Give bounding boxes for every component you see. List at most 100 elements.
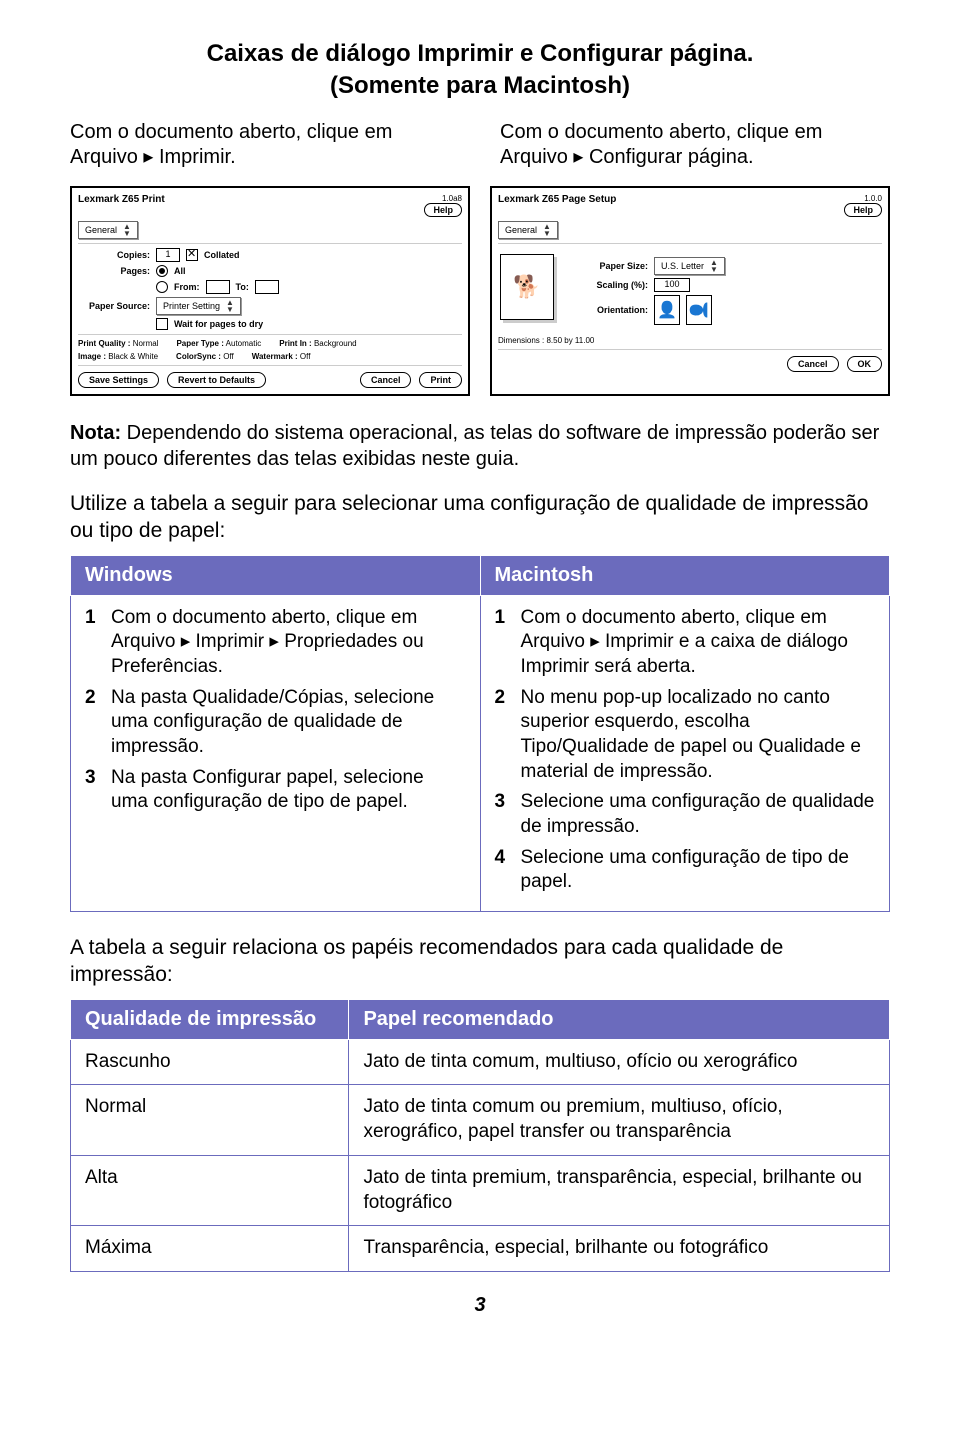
paper-cell: Jato de tinta premium, transparência, es… [349,1155,890,1225]
note-body: Dependendo do sistema operacional, as te… [70,422,879,470]
cancel-button[interactable]: Cancel [360,372,412,388]
page-title-line2: (Somente para Macintosh) [70,72,890,100]
quality-cell: Alta [71,1155,349,1225]
popup-arrows-icon: ▲▼ [226,299,234,313]
paper-cell: Jato de tinta comum, multiuso, ofício ou… [349,1039,890,1085]
pages-all-radio[interactable] [156,265,168,277]
table-intro: Utilize a tabela a seguir para seleciona… [70,490,890,545]
pages-range-radio[interactable] [156,281,168,293]
pi-value: Background [314,339,357,348]
setup-popup-label: General [505,225,537,235]
quality-cell: Máxima [71,1226,349,1272]
help-button[interactable]: Help [844,203,882,217]
paper-size-popup[interactable]: U.S. Letter ▲▼ [654,257,725,275]
mac-step-1: Com o documento aberto, clique em Arquiv… [521,606,876,680]
collated-label: Collated [204,250,240,260]
scaling-label: Scaling (%): [568,280,648,290]
quality-col-header: Qualidade de impressão [71,999,349,1039]
paper-size-value: U.S. Letter [661,261,704,271]
ia-value: Black & White [108,352,158,361]
popup-arrows-icon: ▲▼ [710,259,718,273]
setup-dialog-title: Lexmark Z65 Page Setup [498,194,616,205]
pq-label: Print Quality : [78,339,130,348]
to-label: To: [236,282,249,292]
page-number: 3 [70,1294,890,1317]
win-step-2: Na pasta Qualidade/Cópias, selecione uma… [111,686,466,760]
portrait-icon: 👤 [657,300,677,320]
print-general-popup[interactable]: General ▲▼ [78,221,138,239]
instructions-table: Windows Macintosh 1Com o documento abert… [70,555,890,913]
page-setup-dialog: Lexmark Z65 Page Setup 1.0.0 Help Genera… [490,186,890,396]
setup-general-popup[interactable]: General ▲▼ [498,221,558,239]
cancel-button[interactable]: Cancel [787,356,839,372]
ia-label: Image : [78,352,106,361]
win-step-1: Com o documento aberto, clique em Arquiv… [111,606,466,680]
print-button[interactable]: Print [419,372,462,388]
revert-button[interactable]: Revert to Defaults [167,372,266,388]
source-value: Printer Setting [163,301,220,311]
pi-label: Print In : [279,339,311,348]
mac-step-4: Selecione uma configuração de tipo de pa… [521,846,876,895]
table-row: Alta Jato de tinta premium, transparênci… [71,1155,890,1225]
quality-table: Qualidade de impressão Papel recomendado… [70,999,890,1272]
setup-dialog-version: 1.0.0 [844,194,882,203]
page-thumbnail: 🐕 [500,254,554,320]
to-input[interactable] [255,280,279,294]
orientation-portrait-button[interactable]: 👤 [654,295,680,325]
print-dialog: Lexmark Z65 Print 1.0a8 Help General ▲▼ … [70,186,470,396]
mac-step-2: No menu pop-up localizado no canto super… [521,686,876,785]
after-table-text: A tabela a seguir relaciona os papéis re… [70,934,890,989]
table-row: Máxima Transparência, especial, brilhant… [71,1226,890,1272]
left-intro: Com o documento aberto, clique em Arquiv… [70,120,460,170]
pt-value: Automatic [226,339,262,348]
win-step-3: Na pasta Configurar papel, selecione uma… [111,766,466,815]
pages-all-label: All [174,266,186,276]
print-popup-label: General [85,225,117,235]
page-title-line1: Caixas de diálogo Imprimir e Configurar … [70,40,890,68]
dog-icon: 🐕 [513,274,540,300]
wm-value: Off [300,352,311,361]
from-label: From: [174,282,200,292]
quality-cell: Normal [71,1085,349,1155]
scaling-input[interactable]: 100 [654,278,690,292]
paper-cell: Jato de tinta comum ou premium, multiuso… [349,1085,890,1155]
col-windows: Windows [71,555,481,595]
paper-col-header: Papel recomendado [349,999,890,1039]
source-popup[interactable]: Printer Setting ▲▼ [156,297,241,315]
table-row: Rascunho Jato de tinta comum, multiuso, … [71,1039,890,1085]
paper-cell: Transparência, especial, brilhante ou fo… [349,1226,890,1272]
from-input[interactable] [206,280,230,294]
mac-step-3: Selecione uma configuração de qualidade … [521,790,876,839]
paper-size-label: Paper Size: [568,261,648,271]
source-label: Paper Source: [78,301,150,311]
windows-steps: 1Com o documento aberto, clique em Arqui… [85,606,466,816]
orientation-landscape-button[interactable]: 👤 [686,295,712,325]
mac-steps: 1Com o documento aberto, clique em Arqui… [495,606,876,896]
copies-label: Copies: [78,250,150,260]
cs-value: Off [223,352,234,361]
copies-input[interactable]: 1 [156,248,180,262]
right-intro: Com o documento aberto, clique em Arquiv… [500,120,890,170]
dimensions-text: Dimensions : 8.50 by 11.00 [498,336,882,345]
help-button[interactable]: Help [424,203,462,217]
orientation-label: Orientation: [568,305,648,315]
col-macintosh: Macintosh [480,555,890,595]
landscape-icon: 👤 [689,300,709,320]
print-dialog-version: 1.0a8 [424,194,462,203]
wait-checkbox[interactable] [156,318,168,330]
wait-label: Wait for pages to dry [174,319,263,329]
popup-arrows-icon: ▲▼ [123,223,131,237]
popup-arrows-icon: ▲▼ [543,223,551,237]
pt-label: Paper Type : [176,339,223,348]
save-settings-button[interactable]: Save Settings [78,372,159,388]
cs-label: ColorSync : [176,352,221,361]
quality-cell: Rascunho [71,1039,349,1085]
wm-label: Watermark : [252,352,298,361]
collated-checkbox[interactable] [186,249,198,261]
pages-label: Pages: [78,266,150,276]
note-text: Nota: Dependendo do sistema operacional,… [70,420,890,472]
note-label: Nota: [70,422,121,444]
ok-button[interactable]: OK [847,356,883,372]
table-row: Normal Jato de tinta comum ou premium, m… [71,1085,890,1155]
print-dialog-title: Lexmark Z65 Print [78,194,165,205]
